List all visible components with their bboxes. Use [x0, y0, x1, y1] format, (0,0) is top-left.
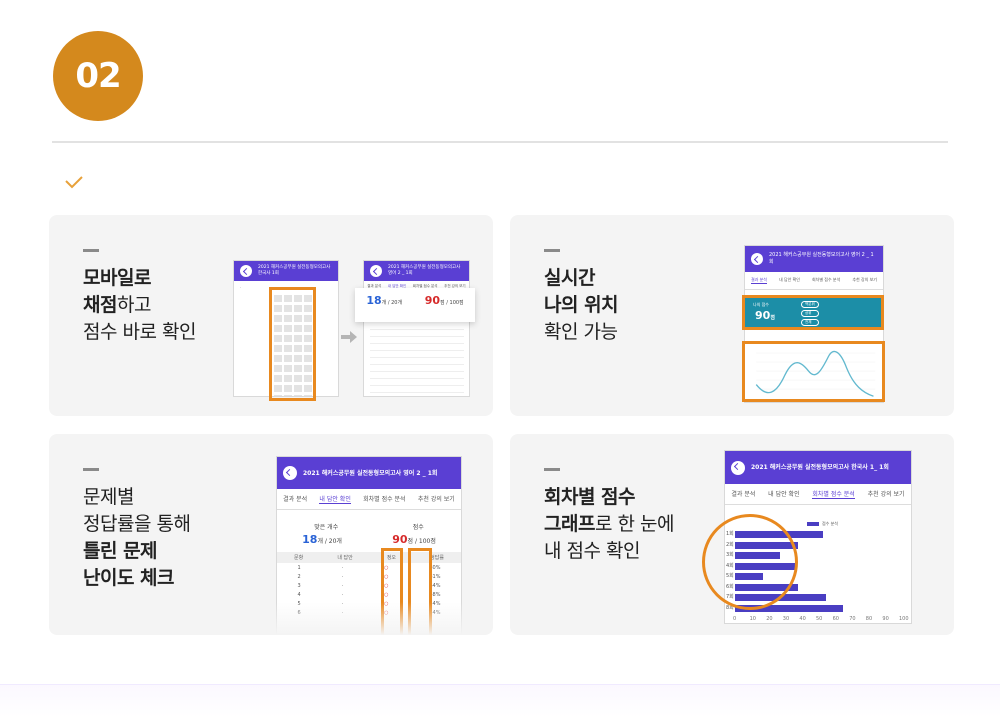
table-row: 4 · ○ 48%	[297, 591, 441, 598]
card-line-segment: 난이도 체크	[83, 567, 175, 589]
position-banner: 나의 점수 90점 백분위 상위 전체	[742, 295, 884, 330]
card-dash	[544, 249, 560, 252]
card-line: 점수 바로 확인	[83, 319, 196, 346]
bottom-band	[0, 684, 1000, 717]
score-value: 90점 / 100점	[392, 533, 436, 546]
card-line: 회차별 점수	[544, 484, 674, 511]
tag-total: 전체	[801, 319, 819, 326]
x-tick: 80	[865, 616, 873, 622]
card-dash	[544, 468, 560, 471]
chart-circle-highlight	[702, 514, 798, 610]
check-icon	[65, 176, 83, 189]
section-divider	[52, 141, 948, 143]
x-tick: 30	[782, 616, 790, 622]
card-line-segment: 정답률을 통해	[83, 513, 191, 535]
card-dash	[83, 249, 99, 252]
back-icon	[240, 265, 252, 277]
phone-title: 2021 해커스공무원 실전동형모의고사 한국사 1회	[258, 265, 331, 276]
x-tick: 100	[899, 616, 909, 622]
card-line-segment: 실시간	[544, 267, 595, 289]
back-icon	[370, 265, 382, 277]
tag-percentile: 백분위	[801, 301, 819, 308]
correct-label: 맞은 개수	[314, 524, 339, 531]
card-line-segment: 확인 가능	[544, 321, 618, 343]
correct-count: 18개 / 20개	[302, 533, 342, 546]
card-line: 채점하고	[83, 292, 196, 319]
col-question: 문항	[294, 555, 304, 561]
answer-highlight	[269, 287, 316, 401]
distribution-chart	[742, 341, 885, 402]
table-row: 2 · ○ 81%	[297, 573, 441, 580]
feature-card-realtime-position: 실시간나의 위치확인 가능 2021 해커스공무원 실전동형모의고사 영어 2 …	[510, 215, 954, 416]
card-line: 정답률을 통해	[83, 511, 191, 538]
feature-card-score-graph: 회차별 점수 그래프로 한 눈에 내 점수 확인 2021 해커스공무원 실전동형모…	[510, 434, 954, 635]
tab-my-answer: 내 답안 확인	[319, 496, 351, 504]
tab-score-analysis: 회차별 점수 분석	[811, 277, 841, 282]
card-line-segment: 하고	[116, 294, 151, 316]
score-value: 90점 / 100점	[424, 294, 464, 307]
card-dash	[83, 468, 99, 471]
table-row: 1 · ○ 80%	[297, 564, 441, 571]
correct-count: 18개 / 20개	[366, 294, 403, 307]
card-line-segment: 나의 위치	[544, 294, 619, 316]
phone-title: 2021 해커스공무원 실전동형모의고사 영어 2 _ 1회	[303, 469, 438, 477]
step-badge: 02	[53, 31, 143, 121]
feature-card-mobile-grading: 모바일로 채점하고 점수 바로 확인 2021 해커스공무원 실전동형모의고사 한국…	[49, 215, 493, 416]
card-line: 확인 가능	[544, 319, 618, 346]
x-tick: 60	[832, 616, 839, 622]
card-line: 실시간	[544, 265, 618, 292]
x-tick: 40	[799, 616, 806, 622]
tab-recommend: 추천 강의 보기	[852, 277, 877, 282]
step-number: 02	[75, 56, 121, 96]
card-text: 회차별 점수 그래프로 한 눈에 내 점수 확인	[544, 484, 674, 565]
card-text: 실시간나의 위치확인 가능	[544, 265, 619, 346]
card-line-segment: 문제별	[83, 486, 134, 508]
card-text: 모바일로 채점하고 점수 바로 확인	[83, 265, 196, 346]
arrow-right-icon	[341, 331, 357, 343]
feature-card-difficulty: 문제별정답률을 통해틀린 문제난이도 체크 2021 해커스공무원 실전동형모의…	[49, 434, 493, 635]
card-line-segment: 내 점수 확인	[544, 540, 640, 562]
card-line: 난이도 체크	[83, 565, 190, 592]
my-score-label: 나의 점수	[753, 302, 769, 307]
phone-result: 2021 해커스공무원 실전동형모의고사 영어 2 _ 1회 결과 분석 내 답…	[363, 260, 470, 397]
card-line-segment: 채점	[83, 294, 117, 316]
card-line: 내 점수 확인	[544, 538, 674, 565]
card-line-segment: 회차별 점수	[544, 486, 636, 508]
tab-result: 결과 분석	[283, 496, 308, 503]
x-tick: 70	[849, 616, 856, 622]
phone-title: 2021 해커스공무원 실전동형모의고사 영어 2 _ 1회	[388, 265, 461, 276]
card-line: 그래프로 한 눈에	[544, 511, 674, 538]
x-tick: 10	[749, 616, 756, 622]
x-tick: 20	[766, 616, 773, 622]
table-row: 3 · ○ 64%	[297, 582, 441, 589]
card-line-segment: 틀린 문제	[83, 540, 158, 562]
x-tick: 0	[733, 616, 737, 622]
col-my-answer: 내 답안	[337, 555, 353, 561]
card-line-segment: 그래프	[544, 513, 595, 535]
card-line-segment: 로 한 눈에	[594, 513, 675, 535]
card-line-segment: 점수 바로 확인	[83, 321, 196, 343]
my-score: 90점	[755, 309, 775, 322]
score-label: 점수	[412, 524, 424, 531]
tab-my-answer: 내 답안 확인	[779, 277, 800, 282]
card-line: 문제별	[83, 484, 190, 511]
card-line: 모바일로	[83, 265, 196, 292]
tag-rank: 상위	[801, 310, 819, 317]
card-line: 틀린 문제	[83, 538, 190, 565]
card-line: 나의 위치	[544, 292, 619, 319]
tab-score-analysis: 회차별 점수 분석	[363, 496, 406, 503]
card-text: 문제별정답률을 통해틀린 문제난이도 체크	[83, 484, 191, 592]
x-tick: 90	[882, 616, 889, 622]
x-tick: 50	[816, 616, 823, 622]
back-icon	[283, 466, 297, 480]
back-icon	[751, 253, 763, 265]
phone-title: 2021 해커스공무원 실전동형모의고사 영어 2 _ 1회	[769, 252, 874, 265]
card-line-segment: 모바일로	[83, 267, 151, 289]
tab-recommend: 추천 강의 보기	[417, 496, 455, 503]
score-popup: 18개 / 20개 90점 / 100점	[355, 288, 475, 322]
col-rate: 정답률	[430, 555, 444, 561]
tab-result: 결과 분석	[751, 277, 767, 284]
